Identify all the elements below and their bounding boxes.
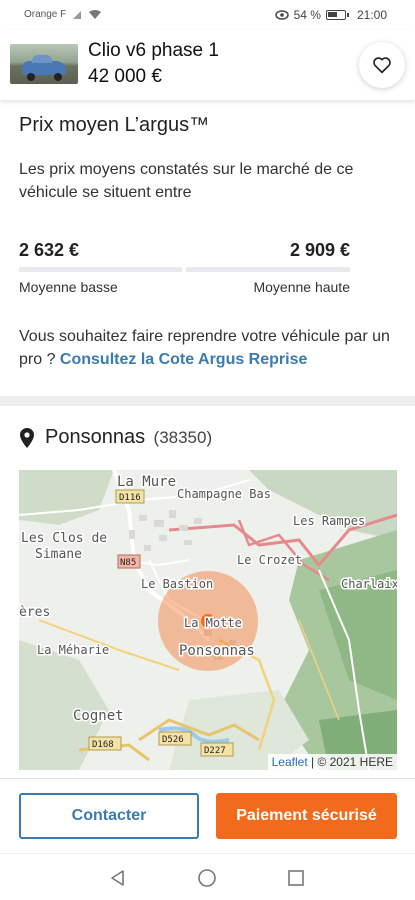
location-pin-icon xyxy=(20,427,34,448)
argus-title: Prix moyen L’argus™ xyxy=(19,114,210,136)
map-label-le-crozet: Le Crozet xyxy=(237,553,302,567)
wifi-icon xyxy=(89,10,102,19)
map-label-n85: N85 xyxy=(120,558,136,568)
map-label-champagne-bas: Champagne Bas xyxy=(177,487,271,501)
clock: 21:00 xyxy=(356,8,387,22)
listing-title: Clio v6 phase 1 xyxy=(88,40,219,61)
favorite-button[interactable] xyxy=(359,42,405,88)
map-copyright: | © 2021 HERE xyxy=(311,755,393,769)
price-low: 2 632 € xyxy=(19,240,80,260)
map-label-les-clos-de: Les Clos de xyxy=(21,531,107,546)
location-city: Ponsonnas xyxy=(45,426,146,448)
location-zip: (38350) xyxy=(153,428,213,447)
map-label-la-motte: La Motte xyxy=(184,616,242,630)
map-label-d168: D168 xyxy=(92,740,114,750)
status-left: Orange F xyxy=(24,9,102,20)
map-label-eres: ères xyxy=(19,605,50,620)
contact-button[interactable]: Contacter xyxy=(19,793,199,839)
map-label-les-rampes: Les Rampes xyxy=(293,514,365,528)
map-label-d227: D227 xyxy=(204,746,226,756)
map-label-la-meharie: La Méharie xyxy=(37,643,109,657)
location-heading: Ponsonnas (38350) xyxy=(19,426,212,449)
car-thumbnail[interactable] xyxy=(10,44,78,84)
label-high: Moyenne haute xyxy=(253,279,350,295)
price-bar-high xyxy=(186,267,350,272)
map-label-simane: Simane xyxy=(35,547,82,562)
map-label-charlaix: Charlaix xyxy=(341,577,397,591)
cote-argus-reprise-link[interactable]: Consultez la Cote Argus Reprise xyxy=(60,351,307,368)
price-high: 2 909 € xyxy=(289,240,350,260)
leaflet-link[interactable]: Leaflet xyxy=(272,755,308,769)
heart-outline-icon xyxy=(373,57,391,74)
back-triangle-icon xyxy=(111,870,124,886)
recents-button[interactable] xyxy=(284,866,308,890)
section-divider xyxy=(0,396,415,406)
action-bar: Contacter Paiement sécurisé xyxy=(0,778,415,853)
price-bar-low xyxy=(19,267,182,272)
eye-icon xyxy=(274,10,289,20)
recents-square-icon xyxy=(288,870,304,886)
map-label-ponsonnas: Ponsonnas xyxy=(179,643,255,659)
reprise-paragraph: Vous souhaitez faire reprendre votre véh… xyxy=(19,325,404,371)
map-label-le-bastion: Le Bastion xyxy=(141,577,213,591)
listing-header: Clio v6 phase 1 42 000 € xyxy=(0,30,415,100)
label-low: Moyenne basse xyxy=(19,279,118,295)
secure-payment-button[interactable]: Paiement sécurisé xyxy=(216,793,397,839)
signal-icon xyxy=(73,10,82,19)
status-right: 54 % 21:00 xyxy=(274,8,387,22)
map-label-d526: D526 xyxy=(162,735,184,745)
map-label-la-mure: La Mure xyxy=(117,474,176,490)
map-label-d116: D116 xyxy=(119,493,141,503)
carrier-label: Orange F xyxy=(24,9,67,20)
home-button[interactable] xyxy=(195,866,219,890)
location-map[interactable]: D116 N85 D168 D526 D227 La Mure Champagn… xyxy=(19,470,397,770)
map-attribution: Leaflet | © 2021 HERE xyxy=(267,754,397,770)
listing-price: 42 000 € xyxy=(88,66,162,87)
system-nav-bar xyxy=(0,853,415,900)
home-circle-icon xyxy=(198,869,216,887)
battery-percent: 54 % xyxy=(293,8,321,22)
back-button[interactable] xyxy=(106,866,130,890)
status-bar: Orange F 54 % 21:00 xyxy=(0,0,415,30)
argus-description: Les prix moyens constatés sur le marché … xyxy=(19,161,354,201)
map-label-cognet: Cognet xyxy=(73,708,124,724)
battery-icon xyxy=(325,10,349,20)
